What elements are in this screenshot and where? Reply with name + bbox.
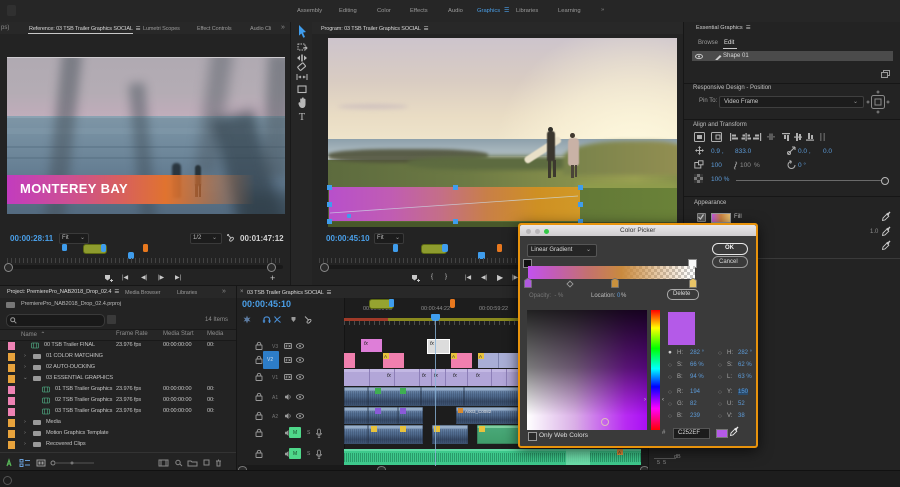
svg-text:V3: V3 (272, 344, 278, 350)
svg-text:A2: A2 (272, 414, 278, 420)
svg-text:A1: A1 (272, 395, 278, 401)
svg-text:V1: V1 (272, 375, 278, 381)
svg-text:T: T (299, 112, 306, 123)
